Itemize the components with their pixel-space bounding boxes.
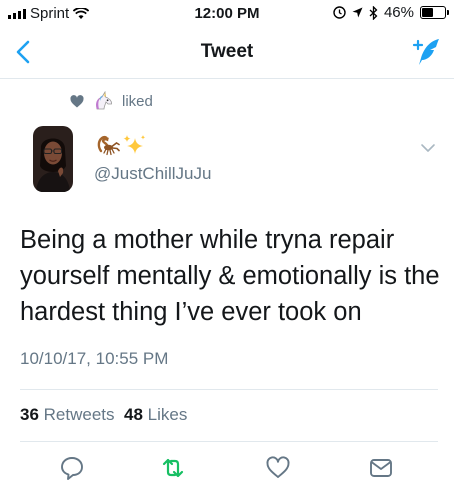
like-stat[interactable]: 48 Likes <box>124 405 187 424</box>
author-handle[interactable]: @JustChillJuJu <box>94 164 211 184</box>
battery-percent: 46% <box>383 4 414 21</box>
scorpion-icon <box>97 135 120 156</box>
chevron-down-icon[interactable] <box>420 142 436 154</box>
liked-label: liked <box>122 92 153 110</box>
heart-icon <box>70 94 84 107</box>
compose-icon[interactable] <box>410 36 442 68</box>
like-icon[interactable] <box>265 455 291 481</box>
unicorn-icon <box>96 91 112 110</box>
avatar[interactable] <box>33 126 73 192</box>
retweet-count: 36 <box>20 405 39 424</box>
alarm-icon <box>333 6 346 19</box>
sparkles-icon <box>123 135 146 154</box>
tweet-text: Being a mother while tryna repair yourse… <box>20 226 440 326</box>
avatar-image <box>33 126 73 192</box>
bluetooth-icon <box>369 5 378 20</box>
retweets-label: Retweets <box>43 405 115 424</box>
page-title: Tweet <box>200 41 254 62</box>
divider <box>20 441 438 442</box>
battery-icon <box>420 6 449 19</box>
tweet-timestamp: 10/10/17, 10:55 PM <box>20 349 169 368</box>
reply-icon[interactable] <box>59 455 85 481</box>
retweet-stat[interactable]: 36 Retweets <box>20 405 115 424</box>
status-bar: Sprint 12:00 PM 46% <box>0 0 454 26</box>
display-name <box>94 134 148 156</box>
divider <box>20 389 438 390</box>
social-context: liked <box>70 91 153 111</box>
location-icon <box>352 7 363 18</box>
tweet-actions <box>0 455 454 481</box>
like-count: 48 <box>123 405 143 424</box>
likes-label: Likes <box>147 405 188 424</box>
tweet-stats: 36 Retweets 48 Likes <box>20 405 187 425</box>
nav-bar: Tweet <box>0 26 454 79</box>
message-icon[interactable] <box>368 455 394 481</box>
retweet-icon[interactable] <box>160 455 186 481</box>
